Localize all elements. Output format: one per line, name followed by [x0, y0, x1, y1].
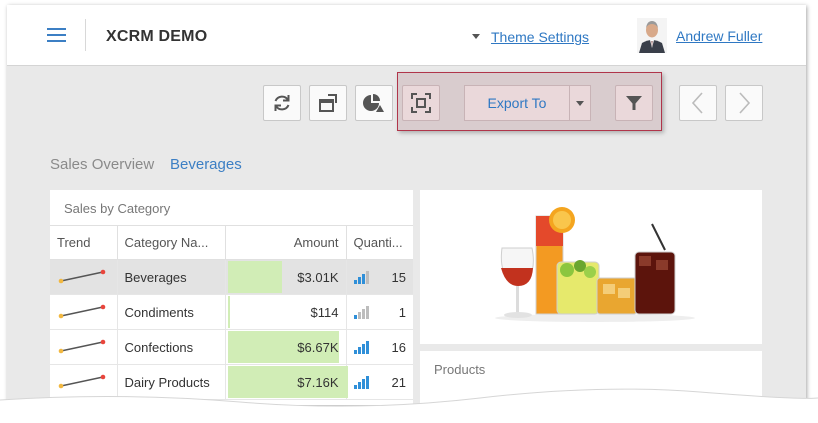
app-title: XCRM DEMO — [106, 28, 208, 45]
fullscreen-icon — [411, 93, 431, 113]
table-header-row: Trend Category Na... Amount Quanti... — [50, 225, 413, 260]
amount-value: $3.01K — [297, 269, 339, 285]
amount-bar — [227, 296, 230, 328]
amount-cell: $3.01K — [225, 259, 347, 295]
amount-value: $6.67K — [297, 339, 339, 355]
amount-cell: $114 — [225, 294, 347, 330]
category-cell: Condiments — [117, 294, 226, 330]
theme-caret-icon[interactable] — [472, 34, 480, 39]
breadcrumb-beverages[interactable]: Beverages — [170, 156, 242, 173]
quantity-bars-icon — [353, 306, 369, 319]
app-window: XCRM DEMO Theme Settings Andrew Fuller E… — [7, 5, 806, 405]
column-header-trend[interactable]: Trend — [50, 225, 118, 260]
column-header-quantity[interactable]: Quanti... — [346, 225, 413, 260]
quantity-cell: 15 — [346, 259, 413, 295]
hamburger-menu-icon[interactable] — [47, 28, 66, 42]
next-button[interactable] — [725, 85, 763, 121]
quantity-cell: 16 — [346, 329, 413, 365]
quantity-value: 1 — [398, 304, 406, 320]
trend-cell — [50, 259, 118, 295]
table-row[interactable]: Condiments $114 1 — [50, 294, 413, 330]
products-title: Products — [434, 362, 486, 377]
chart-type-button[interactable] — [355, 85, 393, 121]
amount-value: $114 — [310, 304, 339, 320]
restore-window-button[interactable] — [309, 85, 347, 121]
restore-window-icon — [319, 94, 337, 112]
fullscreen-button[interactable] — [402, 85, 440, 121]
amount-cell: $6.67K — [225, 329, 347, 365]
trend-cell — [50, 329, 118, 365]
sales-table: Trend Category Na... Amount Quanti... Be… — [50, 225, 413, 400]
theme-settings-link[interactable]: Theme Settings — [491, 29, 589, 45]
refresh-icon — [274, 95, 290, 111]
torn-edge-decoration — [0, 388, 818, 423]
amount-bar — [227, 261, 282, 293]
breadcrumb-sales-overview[interactable]: Sales Overview — [50, 156, 154, 173]
chevron-left-icon — [691, 92, 703, 114]
trend-sparkline — [58, 304, 106, 318]
chevron-down-icon — [576, 100, 584, 106]
trend-cell — [50, 294, 118, 330]
refresh-button[interactable] — [263, 85, 301, 121]
header-divider — [85, 19, 86, 51]
quantity-bars-icon — [353, 341, 369, 354]
filter-icon — [626, 96, 642, 110]
grid-title: Sales by Category — [64, 201, 171, 216]
column-header-amount[interactable]: Amount — [225, 225, 347, 260]
app-header: XCRM DEMO Theme Settings Andrew Fuller — [7, 5, 806, 66]
quantity-bars-icon — [353, 271, 369, 284]
export-dropdown-button[interactable] — [569, 85, 591, 121]
table-row[interactable]: Beverages $3.01K 15 — [50, 259, 413, 295]
beverages-image — [420, 190, 762, 344]
pie-chart-icon — [363, 94, 384, 112]
export-to-button[interactable]: Export To — [464, 85, 569, 121]
quantity-value: 16 — [391, 339, 406, 355]
filter-button[interactable] — [615, 85, 653, 121]
table-row[interactable]: Confections $6.67K 16 — [50, 329, 413, 365]
column-header-category[interactable]: Category Na... — [117, 225, 226, 260]
category-cell: Beverages — [117, 259, 226, 295]
quantity-value: 15 — [391, 269, 406, 285]
user-name-link[interactable]: Andrew Fuller — [676, 28, 762, 44]
quantity-cell: 1 — [346, 294, 413, 330]
trend-sparkline — [58, 339, 106, 353]
sales-by-category-grid: Sales by Category Trend Category Na... A… — [50, 190, 413, 405]
category-image-card — [420, 190, 762, 344]
chevron-right-icon — [739, 92, 751, 114]
avatar[interactable] — [637, 18, 667, 53]
trend-sparkline — [58, 269, 106, 283]
category-cell: Confections — [117, 329, 226, 365]
previous-button[interactable] — [679, 85, 717, 121]
